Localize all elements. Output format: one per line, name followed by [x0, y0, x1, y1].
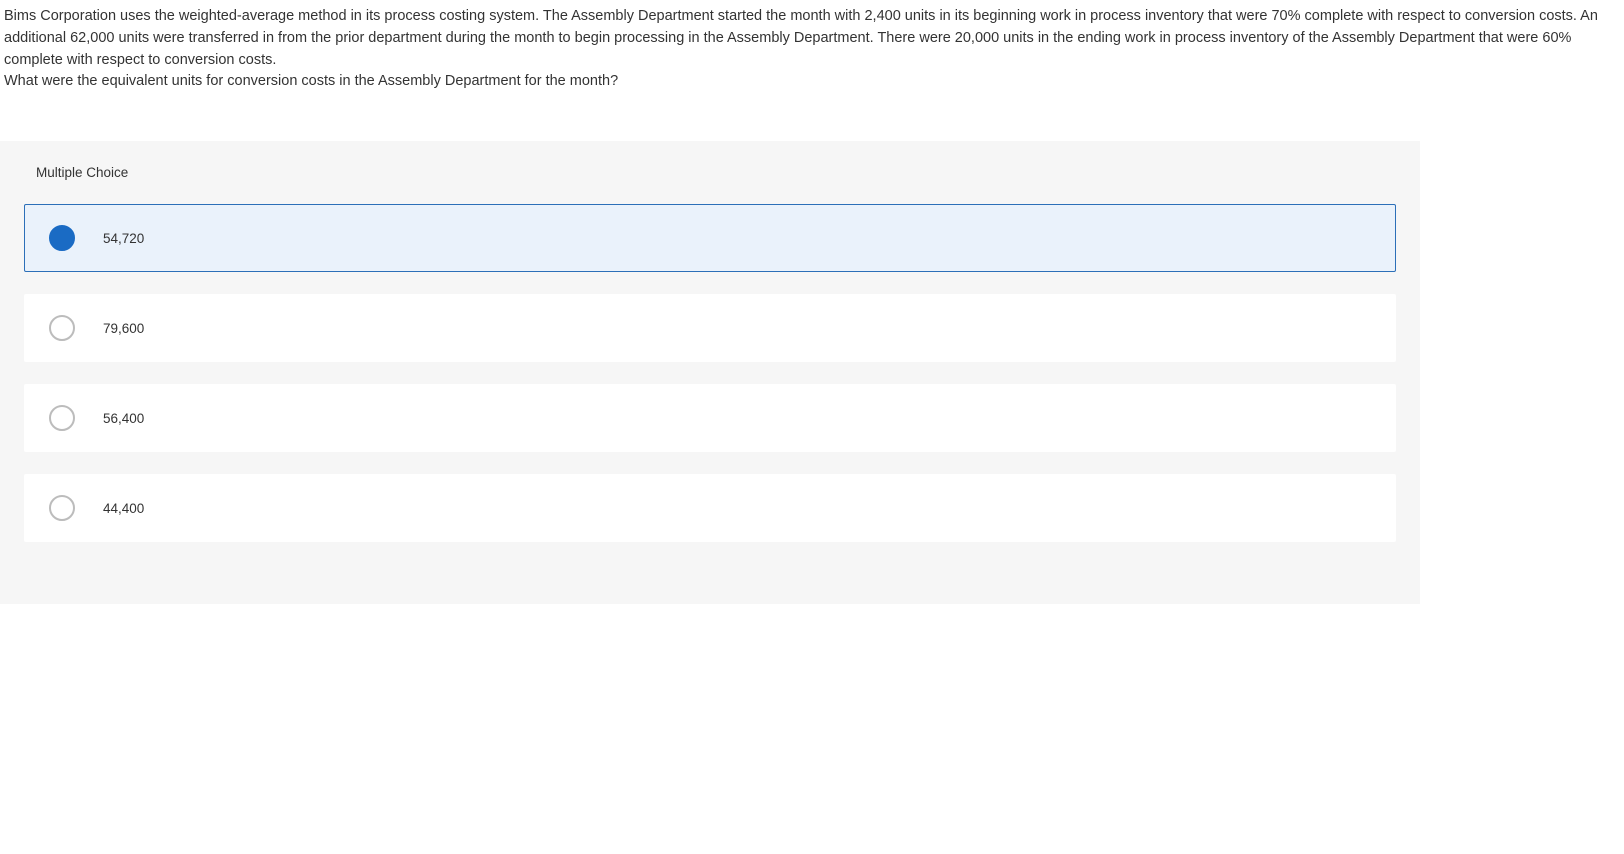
radio-icon — [49, 495, 75, 521]
section-header: Multiple Choice — [0, 141, 1420, 204]
question-sub-prompt-text: What were the equivalent units for conve… — [4, 73, 618, 89]
option-label: 79,600 — [103, 321, 144, 336]
question-prompt-text: Bims Corporation uses the weighted-avera… — [4, 8, 1598, 68]
option-3[interactable]: 44,400 — [24, 474, 1396, 542]
option-label: 56,400 — [103, 411, 144, 426]
option-1[interactable]: 79,600 — [24, 294, 1396, 362]
options-list: 54,720 79,600 56,400 44,400 — [0, 204, 1420, 542]
answer-section: Multiple Choice 54,720 79,600 56,400 44,… — [0, 141, 1420, 604]
option-label: 54,720 — [103, 231, 144, 246]
question-prompt: Bims Corporation uses the weighted-avera… — [0, 0, 1624, 93]
radio-icon — [49, 405, 75, 431]
option-label: 44,400 — [103, 501, 144, 516]
option-0[interactable]: 54,720 — [24, 204, 1396, 272]
radio-icon — [49, 225, 75, 251]
radio-icon — [49, 315, 75, 341]
option-2[interactable]: 56,400 — [24, 384, 1396, 452]
